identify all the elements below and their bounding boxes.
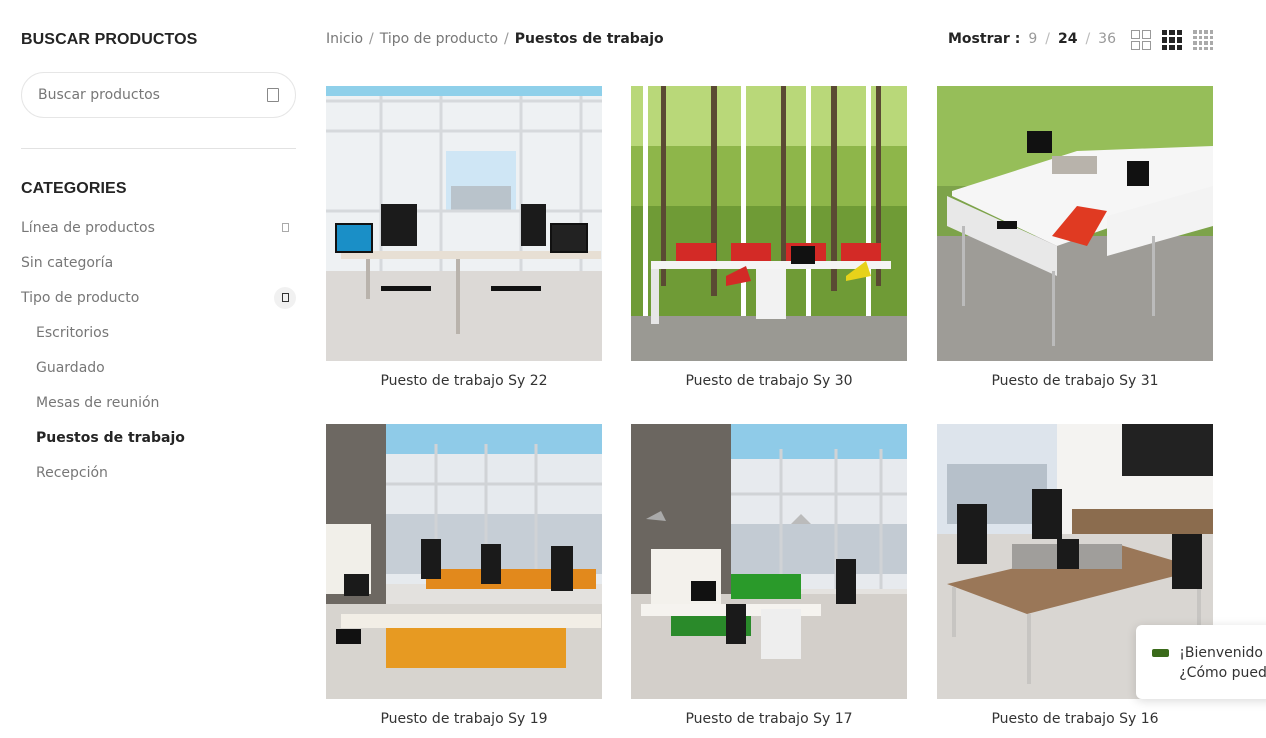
per-page-separator: / <box>1045 31 1050 47</box>
expand-toggle-icon[interactable] <box>274 217 296 239</box>
chat-brand-logo <box>1152 649 1170 657</box>
category-label[interactable]: Guardado <box>36 360 105 376</box>
collapse-toggle-icon[interactable] <box>274 286 296 309</box>
category-label[interactable]: Línea de productos <box>21 220 155 236</box>
search-box[interactable] <box>21 72 296 118</box>
product-card[interactable]: Puesto de trabajo Sy 30 <box>631 86 907 389</box>
category-label[interactable]: Escritorios <box>36 325 109 341</box>
per-page-option-24[interactable]: 24 <box>1058 31 1077 47</box>
search-products-title: BUSCAR PRODUCTOS <box>21 31 198 48</box>
sidebar-divider <box>21 148 296 149</box>
breadcrumb-separator: / <box>369 31 374 47</box>
product-name[interactable]: Puesto de trabajo Sy 31 <box>937 373 1213 389</box>
category-item-linea-de-productos[interactable]: Línea de productos <box>21 210 296 245</box>
per-page-selector: Mostrar : 9 / 24 / 36 <box>948 31 1116 47</box>
category-label[interactable]: Recepción <box>36 465 108 481</box>
product-image[interactable] <box>326 424 602 699</box>
product-name[interactable]: Puesto de trabajo Sy 22 <box>326 373 602 389</box>
grid-4-columns-icon[interactable] <box>1193 30 1213 50</box>
chat-message[interactable]: ¡Bienvenido a ¿Cómo pued <box>1179 643 1266 699</box>
per-page-separator: / <box>1085 31 1091 47</box>
category-label[interactable]: Tipo de producto <box>21 290 139 306</box>
category-list: Línea de productos Sin categoría Tipo de… <box>21 210 296 490</box>
chat-popup[interactable]: ¡Bienvenido a ¿Cómo pued <box>1136 625 1266 699</box>
product-image[interactable] <box>326 86 602 361</box>
per-page-label: Mostrar : <box>948 31 1021 47</box>
product-name[interactable]: Puesto de trabajo Sy 17 <box>631 711 907 727</box>
breadcrumb-parent-link[interactable]: Tipo de producto <box>380 31 498 47</box>
product-image[interactable] <box>937 86 1213 361</box>
grid-view-switcher <box>1131 30 1213 50</box>
category-item-mesas-de-reunion[interactable]: Mesas de reunión <box>21 385 296 420</box>
chat-line-1: ¡Bienvenido a <box>1179 645 1266 661</box>
category-item-guardado[interactable]: Guardado <box>21 350 296 385</box>
category-label[interactable]: Puestos de trabajo <box>36 430 185 446</box>
categories-title: CATEGORIES <box>21 180 127 197</box>
category-item-recepcion[interactable]: Recepción <box>21 455 296 490</box>
chat-line-2: ¿Cómo pued <box>1179 665 1266 681</box>
category-item-puestos-de-trabajo[interactable]: Puestos de trabajo <box>21 420 296 455</box>
search-icon[interactable] <box>267 88 279 102</box>
search-input[interactable] <box>38 87 267 103</box>
grid-3-columns-icon[interactable] <box>1162 30 1182 50</box>
category-label[interactable]: Sin categoría <box>21 255 113 271</box>
category-item-escritorios[interactable]: Escritorios <box>21 315 296 350</box>
product-name[interactable]: Puesto de trabajo Sy 16 <box>937 711 1213 727</box>
category-label[interactable]: Mesas de reunión <box>36 395 159 411</box>
per-page-option-36[interactable]: 36 <box>1098 31 1116 47</box>
product-card[interactable]: Puesto de trabajo Sy 19 <box>326 424 602 727</box>
product-name[interactable]: Puesto de trabajo Sy 30 <box>631 373 907 389</box>
breadcrumb-current: Puestos de trabajo <box>514 31 664 47</box>
product-card[interactable]: Puesto de trabajo Sy 17 <box>631 424 907 727</box>
product-card[interactable]: Puesto de trabajo Sy 31 <box>937 86 1213 389</box>
category-item-sin-categoria[interactable]: Sin categoría <box>21 245 296 280</box>
grid-2-columns-icon[interactable] <box>1131 30 1151 50</box>
product-name[interactable]: Puesto de trabajo Sy 19 <box>326 711 602 727</box>
product-image[interactable] <box>631 86 907 361</box>
breadcrumb-home-link[interactable]: Inicio <box>326 31 363 47</box>
breadcrumb: Inicio / Tipo de producto / Puestos de t… <box>326 31 664 47</box>
product-card[interactable]: Puesto de trabajo Sy 22 <box>326 86 602 389</box>
breadcrumb-separator: / <box>504 31 509 47</box>
per-page-option-9[interactable]: 9 <box>1028 31 1037 47</box>
product-image[interactable] <box>631 424 907 699</box>
category-item-tipo-de-producto[interactable]: Tipo de producto <box>21 280 296 315</box>
